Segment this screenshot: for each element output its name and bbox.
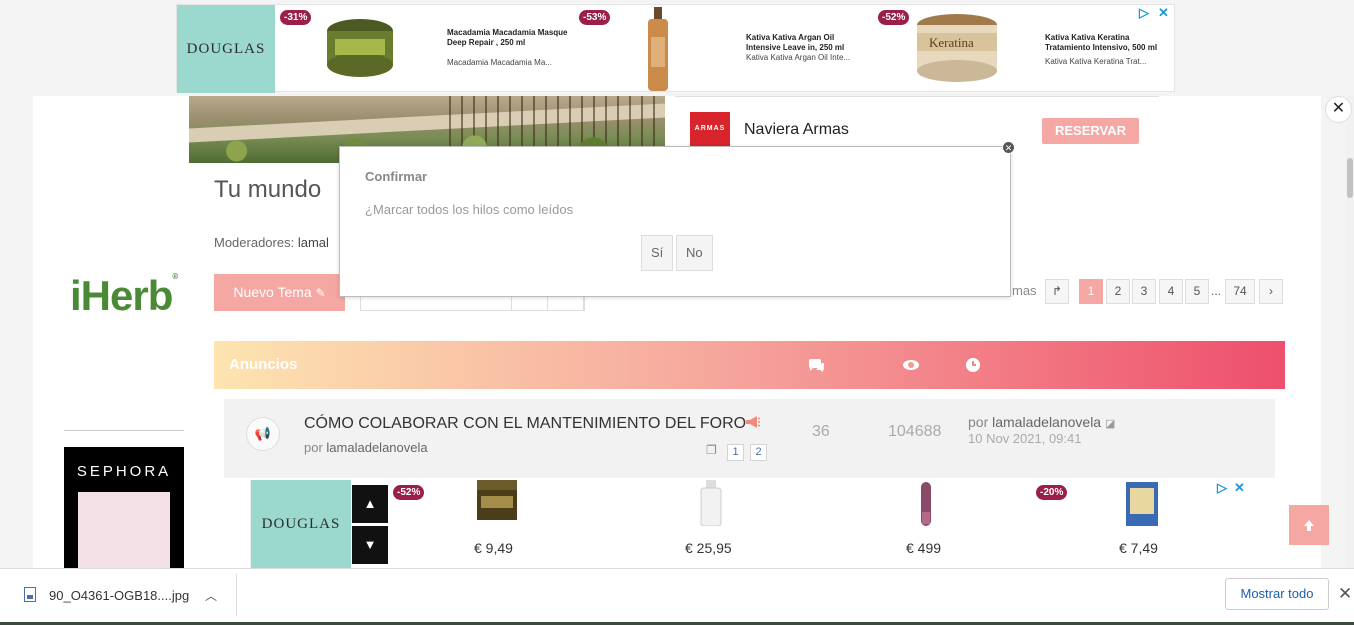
- confirm-yes-button[interactable]: Sí: [641, 235, 674, 271]
- author-link[interactable]: lamaladelanovela: [326, 440, 427, 455]
- new-topic-label: Nuevo Tema: [233, 284, 312, 300]
- show-all-button[interactable]: Mostrar todo: [1225, 578, 1329, 610]
- page-3[interactable]: 3: [1132, 279, 1156, 304]
- naviera-name[interactable]: Naviera Armas: [744, 121, 849, 139]
- discount-badge: -52%: [393, 485, 425, 500]
- douglas-logo[interactable]: DOUGLAS: [251, 480, 351, 568]
- topic-page-2[interactable]: 2: [750, 444, 767, 461]
- topic-author: por lamaladelanovela: [304, 440, 428, 455]
- last-author-link[interactable]: lamaladelanovela: [992, 414, 1101, 430]
- scroll-to-top-button[interactable]: [1289, 505, 1329, 545]
- jump-to-page-icon[interactable]: ↱: [1045, 279, 1069, 304]
- pagination-ellipsis: ...: [1211, 284, 1222, 298]
- views-icon: [902, 357, 920, 373]
- dialog-title: Confirmar: [365, 169, 428, 184]
- replies-count: 36: [812, 423, 830, 440]
- ad-product-subtitle: Kativa Kativa Keratina Trat...: [1045, 57, 1147, 66]
- bottom-ad-banner[interactable]: DOUGLAS ▲ ▼ -52% € 9,49 € 25,95 € 499 -2…: [250, 480, 1249, 568]
- sephora-logo: SEPHORA: [76, 463, 172, 480]
- confirm-dialog: Confirmar ¿Marcar todos los hilos como l…: [339, 146, 1011, 297]
- adchoices-icon[interactable]: ▷: [1217, 480, 1227, 496]
- product-box-image[interactable]: [1126, 482, 1158, 526]
- product-jar-image[interactable]: [475, 480, 519, 524]
- douglas-logo[interactable]: DOUGLAS: [177, 5, 275, 93]
- chevron-up-icon[interactable]: ︿: [205, 587, 217, 604]
- sephora-ad[interactable]: SEPHORA: [64, 447, 184, 568]
- close-icon[interactable]: ✕: [1325, 96, 1352, 123]
- product-bottle-image[interactable]: [700, 480, 722, 527]
- page-1[interactable]: 1: [1079, 279, 1103, 304]
- divider: [236, 574, 237, 616]
- close-download-bar-icon[interactable]: ✕: [1338, 584, 1352, 604]
- armas-logo: ARMAS: [690, 112, 730, 147]
- ad-product-subtitle: Macadamia Macadamia Ma...: [447, 58, 552, 67]
- ad-close-icon[interactable]: ✕: [1158, 5, 1169, 21]
- carousel-down-button[interactable]: ▼: [352, 526, 388, 564]
- ad-product-title[interactable]: Macadamia Macadamia Masque Deep Repair ,…: [447, 28, 569, 48]
- product-price[interactable]: € 499: [906, 540, 941, 556]
- moderator-link[interactable]: lamal: [298, 235, 329, 250]
- dialog-message: ¿Marcar todos los hilos como leídos: [365, 202, 574, 217]
- discount-badge: -20%: [1036, 485, 1068, 500]
- kativa-bottle-image[interactable]: [645, 7, 671, 91]
- topic-page-1[interactable]: 1: [727, 444, 744, 461]
- confirm-no-button[interactable]: No: [676, 235, 713, 271]
- announcement-icon: 📢: [246, 417, 280, 451]
- topics-count-label: mas: [1012, 283, 1037, 298]
- ad-product-title[interactable]: Kativa Kativa Argan Oil Intensive Leave …: [746, 33, 868, 53]
- new-topic-button[interactable]: Nuevo Tema ✎: [214, 274, 345, 311]
- macadamia-jar-image[interactable]: [325, 15, 395, 81]
- discount-badge: -53%: [579, 10, 611, 25]
- iherb-ad-logo[interactable]: iHerb®: [70, 272, 178, 320]
- ad-product-subtitle: Kativa Kativa Argan Oil Inte...: [746, 53, 851, 62]
- top-ad-banner[interactable]: DOUGLAS -31% Macadamia Macadamia Masque …: [176, 4, 1175, 93]
- moderators-line: Moderadores: lamal: [214, 235, 329, 250]
- clock-icon: [964, 357, 982, 373]
- scrollbar-thumb[interactable]: [1347, 158, 1353, 198]
- ad-product-title[interactable]: Kativa Kativa Keratina Tratamiento Inten…: [1045, 33, 1167, 53]
- page-2[interactable]: 2: [1106, 279, 1130, 304]
- discount-badge: -52%: [878, 10, 910, 25]
- pencil-icon: ✎: [315, 286, 326, 300]
- carousel-up-button[interactable]: ▲: [352, 485, 388, 523]
- topic-title[interactable]: CÓMO COLABORAR CON EL MANTENIMIENTO DEL …: [304, 415, 746, 433]
- download-file-name[interactable]: 90_O4361-OGB18....jpg: [49, 588, 189, 603]
- announcements-title: Anuncios: [229, 356, 298, 373]
- product-price[interactable]: € 7,49: [1119, 540, 1158, 556]
- sephora-ad-image: [78, 492, 170, 568]
- views-count: 104688: [888, 423, 942, 440]
- page-4[interactable]: 4: [1159, 279, 1183, 304]
- product-price[interactable]: € 25,95: [685, 540, 732, 556]
- dialog-close-icon[interactable]: ✕: [1002, 141, 1015, 154]
- last-post-author: por lamaladelanovela ◪: [968, 414, 1116, 430]
- next-page-icon[interactable]: ›: [1259, 279, 1283, 304]
- discount-badge: -31%: [280, 10, 312, 25]
- page-5[interactable]: 5: [1185, 279, 1209, 304]
- scrollbar[interactable]: [1346, 96, 1354, 568]
- naviera-armas-ad[interactable]: ARMAS Naviera Armas RESERVAR: [675, 96, 1159, 147]
- pages-icon: ❐: [706, 443, 717, 457]
- adchoices-icon[interactable]: ▷: [1139, 5, 1149, 21]
- goto-last-post-icon[interactable]: ◪: [1105, 418, 1115, 430]
- ad-close-icon[interactable]: ✕: [1234, 480, 1245, 496]
- keratina-label: Keratina: [929, 35, 974, 50]
- product-styler-image[interactable]: [919, 482, 933, 526]
- megaphone-icon: [745, 415, 761, 432]
- download-bar: 90_O4361-OGB18....jpg ︿ Mostrar todo ✕: [0, 568, 1354, 625]
- last-post-date: 10 Nov 2021, 09:41: [968, 431, 1082, 446]
- image-file-icon: [24, 587, 36, 602]
- page-last[interactable]: 74: [1225, 279, 1255, 304]
- keratina-jar-image[interactable]: Keratina: [915, 11, 999, 85]
- reservar-button[interactable]: RESERVAR: [1042, 118, 1139, 144]
- announcements-header: Anuncios: [214, 341, 1285, 389]
- divider: [64, 430, 184, 431]
- forum-title: Tu mundo: [214, 176, 322, 203]
- topic-row[interactable]: 📢 CÓMO COLABORAR CON EL MANTENIMIENTO DE…: [224, 399, 1275, 478]
- replies-icon: [807, 357, 825, 373]
- product-price[interactable]: € 9,49: [474, 540, 513, 556]
